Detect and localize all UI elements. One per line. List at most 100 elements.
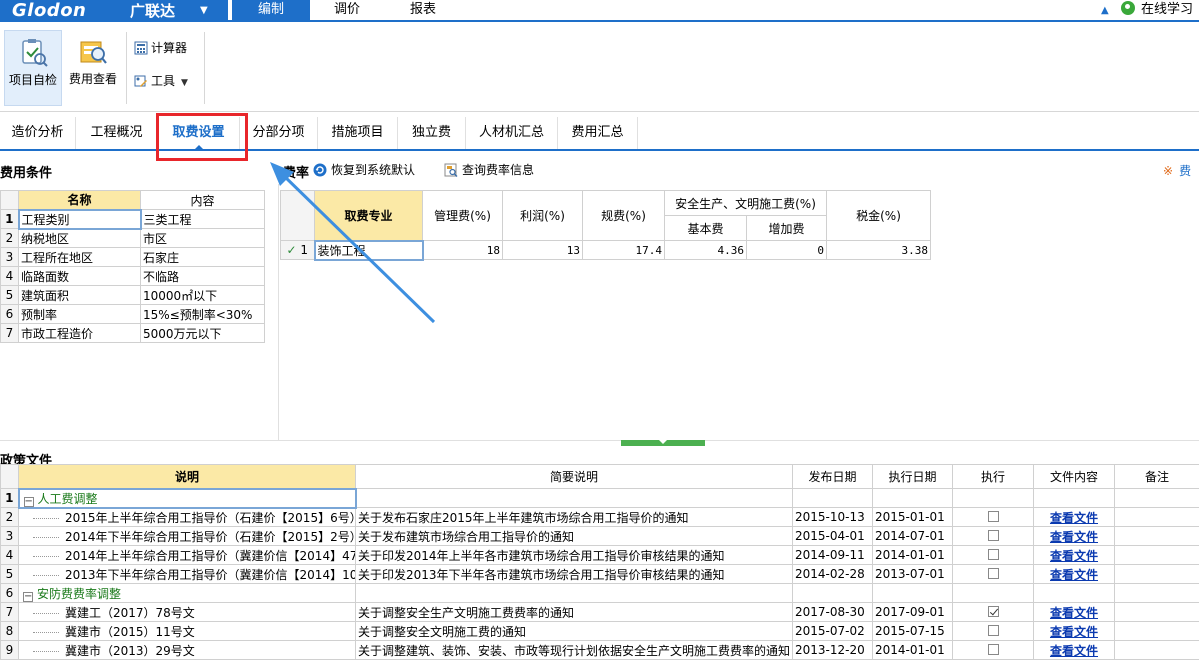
cell-remark[interactable] — [1114, 640, 1199, 660]
menu-tab-edit[interactable]: 编制 — [232, 0, 310, 20]
calculator-button[interactable]: 计算器 — [134, 38, 187, 58]
cell-name[interactable]: 预制率 — [18, 304, 141, 324]
cell-profit[interactable]: 13 — [502, 240, 583, 260]
cell-description[interactable]: 冀建市（2015）11号文 — [18, 621, 356, 641]
restore-default-button[interactable]: 恢复到系统默认 — [313, 162, 415, 178]
view-file-link[interactable]: 查看文件 — [1050, 511, 1098, 525]
cell-name[interactable]: 工程所在地区 — [18, 247, 141, 267]
collapse-icon[interactable]: − — [23, 591, 33, 602]
splitter-handle[interactable] — [621, 440, 705, 446]
online-learning-link[interactable]: 在线学习 — [1141, 2, 1193, 17]
execute-checkbox[interactable] — [987, 511, 999, 522]
cell-summary[interactable]: 关于发布石家庄2015年上半年建筑市场综合用工指导价的通知 — [355, 507, 793, 527]
cell-value[interactable]: 5000万元以下 — [140, 323, 265, 343]
collapse-icon[interactable]: − — [23, 496, 34, 506]
table-row[interactable]: 2 纳税地区 市区 — [0, 228, 265, 248]
fee-right-link[interactable]: ※ 费 — [1163, 162, 1191, 179]
table-row[interactable]: 7 市政工程造价 5000万元以下 — [0, 323, 265, 343]
table-row[interactable]: 3 工程所在地区 石家庄 — [0, 247, 265, 267]
tab-fee-summary[interactable]: 费用汇总 — [558, 117, 638, 149]
cell-regulation[interactable]: 17.4 — [582, 240, 665, 260]
cell-value[interactable]: 不临路 — [140, 266, 265, 286]
tab-project-overview[interactable]: 工程概况 — [76, 117, 158, 149]
cell-summary[interactable]: 关于调整安全文明施工费的通知 — [355, 621, 793, 641]
tab-cost-analysis[interactable]: 造价分析 — [0, 117, 76, 149]
cell-summary[interactable]: 关于调整安全生产文明施工费费率的通知 — [355, 602, 793, 622]
cell-summary[interactable]: 关于印发2013年下半年各市建筑市场综合用工指导价审核结果的通知 — [355, 564, 793, 584]
cell-remark[interactable] — [1114, 621, 1199, 641]
view-file-link[interactable]: 查看文件 — [1050, 549, 1098, 563]
cell-name[interactable]: 纳税地区 — [18, 228, 141, 248]
tools-button[interactable]: 工具 ▼ — [134, 71, 188, 91]
group-cell[interactable]: − 人工费调整 — [17, 487, 357, 509]
table-row[interactable]: 5 建筑面积 10000㎡以下 — [0, 285, 265, 305]
cell-summary[interactable]: 关于发布建筑市场综合用工指导价的通知 — [355, 526, 793, 546]
table-row[interactable]: 4 临路面数 不临路 — [0, 266, 265, 286]
cell-description[interactable]: 2013年下半年综合用工指导价（冀建价信【2014】10号） — [18, 564, 356, 584]
cell-description[interactable]: 冀建市（2013）29号文 — [18, 640, 356, 660]
query-rate-button[interactable]: 查询费率信息 — [444, 162, 534, 178]
group-row[interactable]: 6− 安防费费率调整 — [0, 583, 1199, 603]
execute-checkbox[interactable] — [987, 530, 999, 541]
cell-tax[interactable]: 3.38 — [826, 240, 931, 260]
cell-remark[interactable] — [1114, 545, 1199, 565]
table-row[interactable]: 5 2013年下半年综合用工指导价（冀建价信【2014】10号） 关于印发2013年… — [0, 564, 1199, 584]
cell-basic[interactable]: 4.36 — [664, 240, 747, 260]
execute-checkbox[interactable] — [987, 625, 999, 636]
cell-summary[interactable]: 关于调整建筑、装饰、安装、市政等现行计划依据安全生产文明施工费费率的通知 — [355, 640, 793, 660]
table-row[interactable]: 8 冀建市（2015）11号文 关于调整安全文明施工费的通知 2015-07-02 20… — [0, 621, 1199, 641]
logo-menu[interactable]: Glodon 广联达 ▼ — [0, 0, 228, 22]
cell-value[interactable]: 市区 — [140, 228, 265, 248]
execute-checkbox[interactable] — [987, 606, 999, 617]
cell-summary[interactable]: 关于印发2014年上半年各市建筑市场综合用工指导价审核结果的通知 — [355, 545, 793, 565]
group-cell[interactable]: − 安防费费率调整 — [18, 583, 356, 603]
cell-value[interactable]: 15%≤预制率<30% — [140, 304, 265, 324]
cell-name[interactable]: 工程类别 — [17, 208, 142, 230]
cell-description[interactable]: 2015年上半年综合用工指导价（石建价【2015】6号） — [18, 507, 356, 527]
execute-checkbox[interactable] — [987, 644, 999, 655]
cell-value[interactable]: 石家庄 — [140, 247, 265, 267]
cell-description[interactable]: 2014年下半年综合用工指导价（石建价【2015】2号） — [18, 526, 356, 546]
execute-checkbox[interactable] — [987, 549, 999, 560]
view-file-link[interactable]: 查看文件 — [1050, 644, 1098, 658]
view-file-link[interactable]: 查看文件 — [1050, 568, 1098, 582]
cell-name[interactable]: 市政工程造价 — [18, 323, 141, 343]
cell-value[interactable]: 三类工程 — [140, 209, 265, 229]
cell-name[interactable]: 建筑面积 — [18, 285, 141, 305]
view-file-link[interactable]: 查看文件 — [1050, 606, 1098, 620]
table-row[interactable]: 2 2015年上半年综合用工指导价（石建价【2015】6号） 关于发布石家庄2015… — [0, 507, 1199, 527]
online-learning-icon[interactable] — [1120, 1, 1135, 15]
collapse-ribbon-icon[interactable]: ▲ — [1101, 5, 1109, 16]
table-row[interactable]: ✓ 1 装饰工程 18 13 17.4 4.36 0 3.38 — [280, 239, 931, 261]
table-row[interactable]: 9 冀建市（2013）29号文 关于调整建筑、装饰、安装、市政等现行计划依据安全生产… — [0, 640, 1199, 660]
table-row[interactable]: 6 预制率 15%≤预制率<30% — [0, 304, 265, 324]
project-check-button[interactable]: 项目自检 — [4, 30, 62, 106]
cell-value[interactable]: 10000㎡以下 — [140, 285, 265, 305]
cell-remark[interactable] — [1114, 526, 1199, 546]
table-row[interactable]: 7 冀建工（2017）78号文 关于调整安全生产文明施工费费率的通知 2017-08-… — [0, 602, 1199, 622]
cell-remark[interactable] — [1114, 602, 1199, 622]
tab-independent-fee[interactable]: 独立费 — [398, 117, 466, 149]
cell-remark[interactable] — [1114, 507, 1199, 527]
cell-major[interactable]: 装饰工程 — [313, 239, 424, 261]
tab-sub-items[interactable]: 分部分项 — [240, 117, 318, 149]
table-row[interactable]: 1 工程类别 三类工程 — [0, 208, 265, 230]
table-row[interactable]: 3 2014年下半年综合用工指导价（石建价【2015】2号） 关于发布建筑市场综合用… — [0, 526, 1199, 546]
tab-fee-settings[interactable]: 取费设置 — [158, 117, 240, 150]
table-row[interactable]: 4 2014年上半年综合用工指导价（冀建价信【2014】47号） 关于印发2014年… — [0, 545, 1199, 565]
cell-name[interactable]: 临路面数 — [18, 266, 141, 286]
tab-labor-material-summary[interactable]: 人材机汇总 — [466, 117, 558, 149]
panel-splitter[interactable] — [0, 440, 1199, 446]
group-row[interactable]: 1− 人工费调整 — [0, 487, 1199, 509]
cell-description[interactable]: 2014年上半年综合用工指导价（冀建价信【2014】47号） — [18, 545, 356, 565]
view-file-link[interactable]: 查看文件 — [1050, 530, 1098, 544]
cell-mgmt[interactable]: 18 — [422, 240, 503, 260]
execute-checkbox[interactable] — [987, 568, 999, 579]
menu-tab-adjust[interactable]: 调价 — [310, 0, 384, 20]
tab-measures[interactable]: 措施项目 — [318, 117, 398, 149]
cell-extra[interactable]: 0 — [746, 240, 827, 260]
view-file-link[interactable]: 查看文件 — [1050, 625, 1098, 639]
cell-description[interactable]: 冀建工（2017）78号文 — [18, 602, 356, 622]
menu-tab-report[interactable]: 报表 — [384, 0, 462, 20]
chevron-down-icon[interactable]: ▼ — [200, 0, 208, 22]
